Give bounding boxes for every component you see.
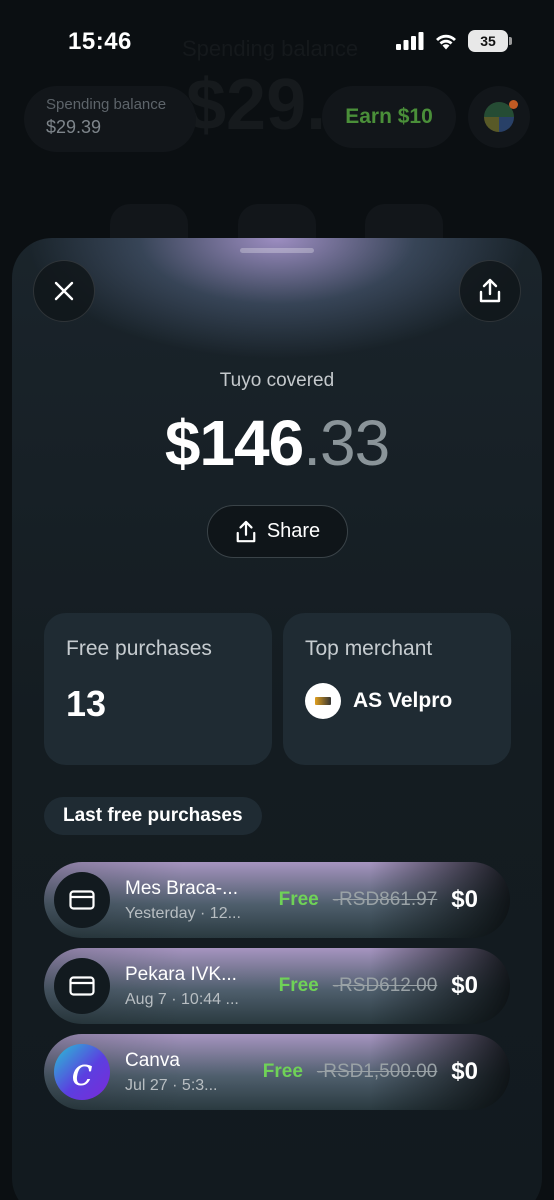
purchase-text: Canva Jul 27 · 5:3... — [125, 1050, 253, 1095]
purchase-text: Pekara IVK... Aug 7 · 10:44 ... — [125, 964, 253, 1009]
share-button[interactable]: Share — [207, 505, 348, 558]
section-title: Last free purchases — [44, 797, 262, 835]
purchase-subtitle: Yesterday · 12... — [125, 904, 241, 922]
bg-balance-value: $29.39 — [46, 117, 102, 137]
status-bar: 15:46 35 — [0, 0, 554, 80]
top-merchant-name: AS Velpro — [353, 689, 453, 712]
amount-whole: $146 — [164, 407, 304, 479]
free-purchases-card: Free purchases 13 — [44, 613, 272, 765]
free-tag: Free — [278, 975, 319, 996]
purchase-subtitle: Aug 7 · 10:44 ... — [125, 990, 239, 1008]
bg-balance-label: Spending balance — [46, 96, 167, 113]
signal-icon — [396, 32, 424, 50]
final-price: $0 — [451, 886, 478, 913]
purchase-row[interactable]: Mes Braca-... Yesterday · 12... Free -RS… — [44, 862, 510, 938]
free-tag: Free — [262, 1061, 303, 1082]
share-top-button[interactable] — [459, 260, 521, 322]
purchase-row[interactable]: Pekara IVK... Aug 7 · 10:44 ... Free -RS… — [44, 948, 510, 1024]
share-icon — [479, 278, 501, 303]
purchase-amounts: Free -RSD612.00 $0 — [279, 948, 478, 1024]
top-merchant-row: AS Velpro — [305, 683, 489, 719]
status-time: 15:46 — [68, 28, 132, 55]
status-icons: 35 — [396, 30, 512, 52]
wifi-icon — [436, 34, 456, 50]
purchase-title: Pekara IVK... — [125, 963, 237, 985]
notification-dot-icon — [509, 100, 518, 109]
covered-sheet: Tuyo covered $146.33 Share Free purchase… — [12, 238, 542, 1200]
free-purchases-value: 13 — [66, 683, 107, 724]
screen: Spending balance $29. Spending balance $… — [0, 0, 554, 1200]
covered-label: Tuyo covered — [219, 370, 335, 391]
top-merchant-label: Top merchant — [305, 637, 433, 660]
close-icon — [54, 281, 74, 301]
card-icon — [54, 958, 110, 1014]
card-icon — [54, 872, 110, 928]
final-price: $0 — [451, 972, 478, 999]
bg-balance-pill: Spending balance $29.39 — [24, 86, 196, 152]
sheet-grabber[interactable] — [240, 248, 314, 253]
purchase-title: Mes Braca-... — [125, 877, 238, 899]
purchase-title: Canva — [125, 1049, 180, 1071]
original-price: -RSD861.97 — [332, 889, 438, 910]
purchase-amounts: Free -RSD1,500.00 $0 — [263, 1034, 478, 1110]
original-price: -RSD612.00 — [332, 975, 438, 996]
bg-earn-button: Earn $10 — [322, 86, 456, 148]
free-purchases-label: Free purchases — [66, 637, 212, 660]
final-price: $0 — [451, 1058, 478, 1085]
share-icon — [236, 520, 256, 542]
merchant-logo-icon — [305, 683, 341, 719]
original-price: -RSD1,500.00 — [316, 1061, 438, 1082]
canva-logo-icon: c — [54, 1044, 110, 1100]
covered-amount: $146.33 — [12, 406, 542, 480]
bg-avatar — [468, 86, 530, 148]
free-tag: Free — [278, 889, 319, 910]
top-merchant-card[interactable]: Top merchant AS Velpro — [283, 613, 511, 765]
purchase-text: Mes Braca-... Yesterday · 12... — [125, 878, 253, 923]
purchase-row[interactable]: c Canva Jul 27 · 5:3... Free -RSD1,500.0… — [44, 1034, 510, 1110]
close-button[interactable] — [33, 260, 95, 322]
purchase-amounts: Free -RSD861.97 $0 — [279, 862, 478, 938]
amount-cents: .33 — [303, 407, 390, 479]
battery-icon: 35 — [468, 30, 512, 52]
purchase-subtitle: Jul 27 · 5:3... — [125, 1076, 218, 1094]
share-label: Share — [266, 520, 321, 542]
